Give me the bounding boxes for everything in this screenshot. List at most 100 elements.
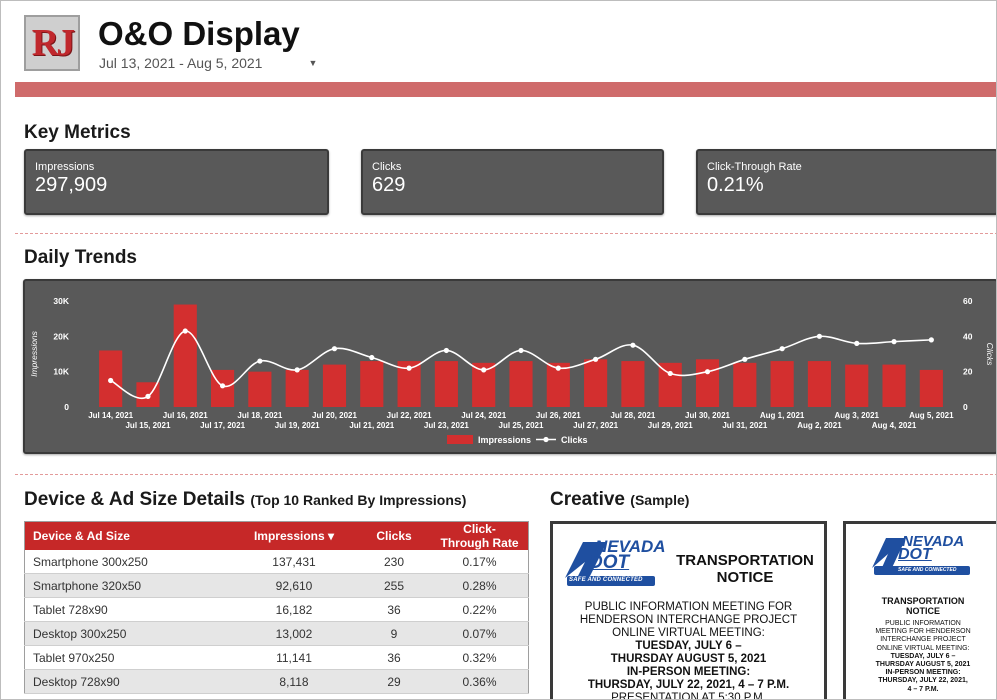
x-tick-label: Jul 27, 2021 xyxy=(573,421,618,430)
cell-ctr: 0.22% xyxy=(431,597,529,622)
clicks-point xyxy=(742,356,748,362)
impressions-bar xyxy=(770,361,794,407)
impressions-bar xyxy=(845,364,869,407)
x-tick-label: Jul 23, 2021 xyxy=(424,421,469,430)
cell-device: Desktop 300x250 xyxy=(24,621,231,646)
details-subtitle: (Top 10 Ranked By Impressions) xyxy=(250,492,467,508)
ad-line: MEETING FOR HENDERSON xyxy=(875,628,971,636)
ad-heading-line: NOTICE xyxy=(905,606,940,616)
legend-impressions-swatch xyxy=(447,435,473,444)
ad-line-bold: TUESDAY, JULY 6 – xyxy=(635,640,742,652)
table-row[interactable]: Desktop 728x90 8,118 29 0.36% xyxy=(24,669,529,694)
x-tick-label: Aug 5, 2021 xyxy=(909,411,954,420)
details-table: Device & Ad Size Impressions ▾ Clicks Cl… xyxy=(24,521,529,694)
ad-line-bold: IN-PERSON MEETING: xyxy=(885,669,961,677)
kpi-label: Clicks xyxy=(372,161,402,173)
cell-impressions: 16,182 xyxy=(231,597,357,622)
ad-heading: TRANSPORTATION NOTICE xyxy=(665,552,824,586)
daily-trends-title: Daily Trends xyxy=(24,247,137,268)
cell-clicks: 36 xyxy=(357,597,431,622)
y-tick-label: 20K xyxy=(53,331,69,341)
x-tick-label: Jul 20, 2021 xyxy=(312,411,357,420)
impressions-bar xyxy=(360,361,384,407)
y-tick-label: 30K xyxy=(53,296,69,306)
impressions-bar xyxy=(173,304,197,407)
ad-line: INTERCHANGE PROJECT xyxy=(880,636,966,644)
ad-line-bold: THURSDAY, JULY 22, 2021, xyxy=(878,677,968,685)
clicks-point xyxy=(555,365,561,371)
clicks-point xyxy=(182,328,188,334)
cell-impressions: 13,002 xyxy=(231,621,357,646)
clicks-point xyxy=(704,369,711,375)
clicks-point xyxy=(779,346,785,352)
date-range-selector[interactable]: Jul 13, 2021 - Aug 5, 2021 ▼ xyxy=(99,55,317,71)
clicks-point xyxy=(928,337,934,343)
page-title: O&O Display xyxy=(98,15,300,52)
x-tick-label: Jul 26, 2021 xyxy=(536,411,581,420)
column-header-clicks[interactable]: Clicks xyxy=(357,521,431,550)
impressions-bar xyxy=(248,371,272,407)
nevada-dot-logo-small: NEVADA DOT SAFE AND CONNECTED xyxy=(868,534,978,578)
cell-clicks: 36 xyxy=(357,645,431,670)
clicks-point xyxy=(854,340,860,346)
ad-heading-line: NOTICE xyxy=(716,569,774,586)
kpi-card-clicks: Clicks 629 xyxy=(361,149,664,215)
x-tick-label: Jul 19, 2021 xyxy=(275,421,320,430)
x-tick-label: Jul 29, 2021 xyxy=(648,421,693,430)
clicks-point xyxy=(219,383,226,389)
column-header-ctr[interactable]: Click-Through Rate xyxy=(431,521,529,550)
column-header-impressions[interactable]: Impressions ▾ xyxy=(231,521,357,550)
cell-impressions: 137,431 xyxy=(231,550,357,574)
ad-body: PUBLIC INFORMATION MEETING FOR HENDERSON… xyxy=(557,601,820,699)
ad-line-bold: IN-PERSON MEETING: xyxy=(626,666,751,678)
table-row[interactable]: Tablet 970x250 11,141 36 0.32% xyxy=(24,645,529,670)
y2-tick-label: 0 xyxy=(963,402,968,412)
cell-clicks: 230 xyxy=(357,550,431,574)
cell-device: Tablet 970x250 xyxy=(24,645,231,670)
x-tick-label: Jul 28, 2021 xyxy=(610,411,655,420)
cell-ctr: 0.36% xyxy=(431,669,529,694)
clicks-point xyxy=(518,347,524,354)
ad-body: PUBLIC INFORMATION MEETING FOR HENDERSON… xyxy=(846,620,996,694)
creative-ad-large[interactable]: NEVADA DOT SAFE AND CONNECTED TRANSPORTA… xyxy=(550,521,827,699)
x-tick-label: Jul 17, 2021 xyxy=(200,421,245,430)
kpi-label: Impressions xyxy=(35,161,95,173)
impressions-bar xyxy=(658,362,682,407)
caret-down-icon[interactable]: ▼ xyxy=(308,58,317,68)
brand-dot: DOT xyxy=(898,546,932,563)
clicks-point xyxy=(816,333,823,339)
clicks-point xyxy=(443,347,449,354)
impressions-bar xyxy=(919,369,943,407)
impressions-bar xyxy=(695,359,720,407)
section-divider xyxy=(15,233,996,234)
y2-axis-title: Clicks xyxy=(985,343,995,366)
clicks-point xyxy=(331,346,338,352)
x-tick-label: Aug 4, 2021 xyxy=(872,421,917,430)
x-tick-label: Aug 3, 2021 xyxy=(835,411,880,420)
creative-ad-small[interactable]: NEVADA DOT SAFE AND CONNECTED TRANSPORTA… xyxy=(843,521,996,699)
cell-ctr: 0.17% xyxy=(431,550,529,574)
cell-clicks: 9 xyxy=(357,621,431,646)
y-tick-label: 10K xyxy=(53,367,69,377)
table-row[interactable]: Tablet 728x90 16,182 36 0.22% xyxy=(24,597,529,622)
brand-tagline: SAFE AND CONNECTED xyxy=(898,567,957,573)
x-tick-label: Aug 1, 2021 xyxy=(760,411,805,420)
impressions-bar xyxy=(322,364,347,407)
x-tick-label: Jul 18, 2021 xyxy=(237,411,282,420)
table-row[interactable]: Smartphone 320x50 92,610 255 0.28% xyxy=(24,573,529,598)
ad-line-bold: 4 – 7 P.M. xyxy=(907,685,939,693)
creative-title: Creative (Sample) xyxy=(550,489,689,511)
table-row[interactable]: Desktop 300x250 13,002 9 0.07% xyxy=(24,621,529,646)
clicks-point xyxy=(145,393,151,399)
impressions-bar xyxy=(621,361,645,407)
y2-tick-label: 20 xyxy=(963,367,973,377)
table-body: Smartphone 300x250 137,431 230 0.17% Smartph… xyxy=(24,550,529,694)
clicks-point xyxy=(257,358,263,364)
x-tick-label: Jul 31, 2021 xyxy=(722,421,767,430)
table-row[interactable]: Smartphone 300x250 137,431 230 0.17% xyxy=(24,550,529,574)
column-header-device[interactable]: Device & Ad Size xyxy=(24,521,231,550)
kpi-card-impressions: Impressions 297,909 xyxy=(24,149,329,215)
legend-clicks-label: Clicks xyxy=(561,435,588,445)
clicks-point xyxy=(891,339,897,345)
x-tick-label: Jul 21, 2021 xyxy=(349,421,394,430)
